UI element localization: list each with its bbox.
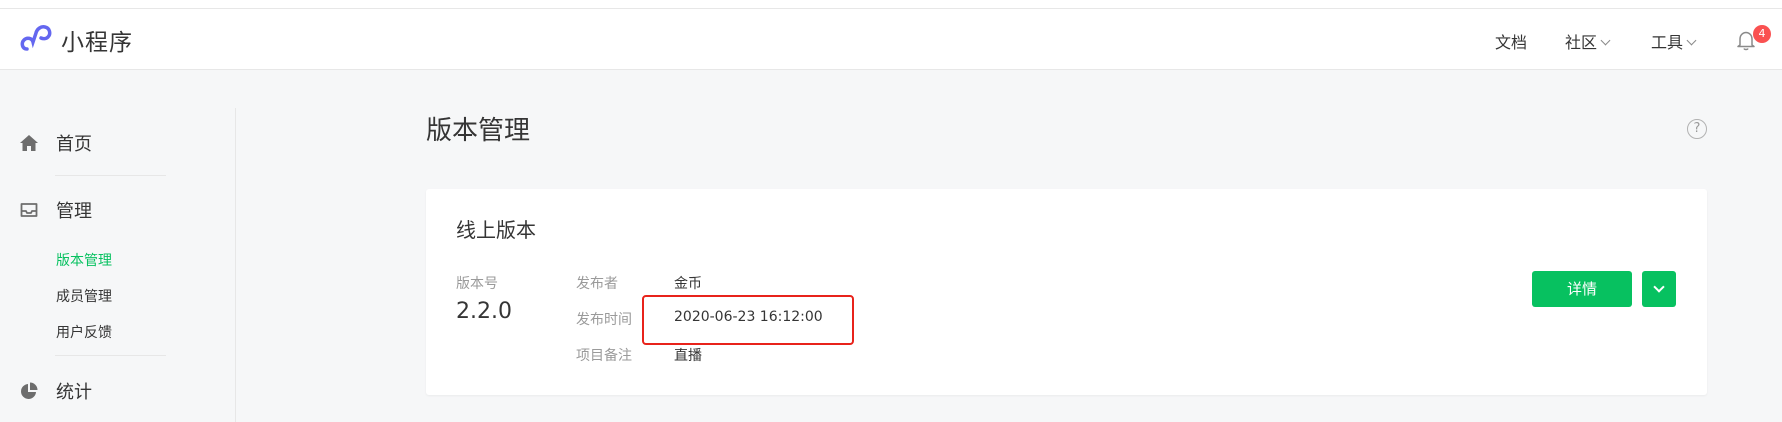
more-actions-button[interactable] <box>1642 271 1676 307</box>
pie-chart-icon <box>19 381 39 401</box>
page-title: 版本管理 <box>426 116 531 146</box>
top-header: 小程序 文档 社区 工具 4 <box>0 9 1782 70</box>
sidebar-border <box>235 108 236 422</box>
nav-tools[interactable]: 工具 <box>1651 29 1697 53</box>
nav-community-label: 社区 <box>1565 33 1598 52</box>
sidebar-subitem-version-management[interactable]: 版本管理 <box>56 250 112 270</box>
home-icon <box>19 133 39 153</box>
sidebar-item-home[interactable]: 首页 <box>19 127 92 159</box>
nav-community[interactable]: 社区 <box>1565 29 1611 53</box>
publisher-value: 金币 <box>674 276 702 292</box>
sidebar-item-manage[interactable]: 管理 <box>19 194 92 226</box>
chevron-down-icon <box>1686 35 1697 46</box>
help-icon[interactable]: ? <box>1687 119 1707 139</box>
sidebar-item-home-label: 首页 <box>56 134 92 155</box>
sidebar-subitem-member-management[interactable]: 成员管理 <box>56 286 112 306</box>
brand-title[interactable]: 小程序 <box>61 23 133 57</box>
nav-tools-label: 工具 <box>1651 33 1684 52</box>
miniprogram-logo-icon[interactable] <box>19 21 53 55</box>
version-number: 2.2.0 <box>456 299 512 324</box>
publisher-label: 发布者 <box>576 276 618 292</box>
sidebar-item-stats[interactable]: 统计 <box>19 375 92 407</box>
card-title: 线上版本 <box>456 218 536 242</box>
top-strip <box>0 0 1782 9</box>
chevron-down-icon <box>1600 35 1611 46</box>
sidebar-item-manage-label: 管理 <box>56 201 92 222</box>
project-note-value: 直播 <box>674 348 702 364</box>
sidebar-divider <box>55 355 166 356</box>
sidebar-item-stats-label: 统计 <box>56 382 92 403</box>
highlight-annotation <box>642 295 854 345</box>
project-note-label: 项目备注 <box>576 348 632 364</box>
detail-button[interactable]: 详情 <box>1532 271 1632 307</box>
publish-time-label: 发布时间 <box>576 312 632 328</box>
nav-docs[interactable]: 文档 <box>1495 29 1527 53</box>
online-version-card: 线上版本 版本号 2.2.0 发布者 金币 发布时间 2020-06-23 16… <box>426 189 1707 395</box>
nav-docs-label: 文档 <box>1495 33 1528 52</box>
notification-badge[interactable]: 4 <box>1753 25 1771 43</box>
inbox-icon <box>19 200 39 220</box>
sidebar-divider <box>55 175 166 176</box>
sidebar-subitem-user-feedback[interactable]: 用户反馈 <box>56 322 112 342</box>
chevron-down-icon <box>1653 281 1665 293</box>
version-label: 版本号 <box>456 276 498 292</box>
